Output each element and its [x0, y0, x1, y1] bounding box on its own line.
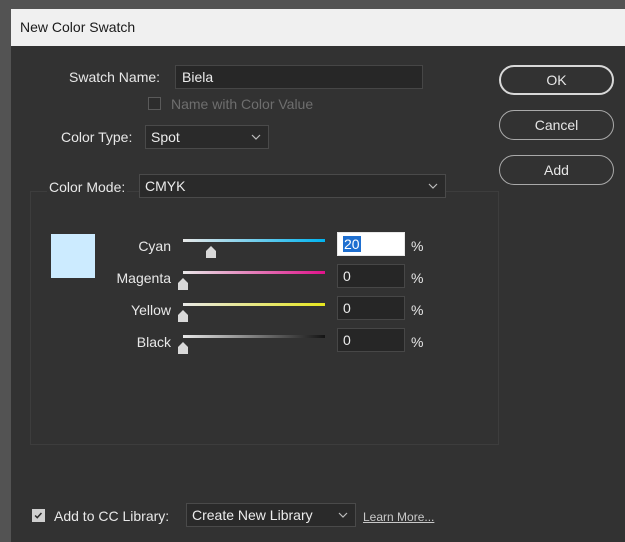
value-text-black: 0 [343, 332, 351, 348]
add-button[interactable]: Add [499, 155, 614, 185]
library-value: Create New Library [192, 507, 313, 523]
slider-thumb-yellow[interactable] [178, 310, 188, 322]
channel-label-black: Black [136, 334, 171, 350]
value-input-cyan[interactable]: 20 [337, 232, 405, 256]
percent-sign: % [411, 334, 424, 350]
percent-sign: % [411, 238, 424, 254]
percent-sign: % [411, 302, 424, 318]
color-mode-panel [30, 191, 499, 445]
swatch-name-input[interactable]: Biela [175, 65, 423, 89]
channel-label-yellow: Yellow [131, 302, 171, 318]
channel-label-magenta: Magenta [116, 270, 171, 286]
name-with-color-value-checkbox[interactable] [148, 97, 161, 110]
library-dropdown[interactable]: Create New Library [186, 503, 356, 527]
value-input-yellow[interactable]: 0 [337, 296, 405, 320]
value-text-magenta: 0 [343, 268, 351, 284]
chevron-down-icon [428, 183, 438, 189]
swatch-name-label: Swatch Name: [69, 69, 161, 85]
add-to-library-label: Add to CC Library: [54, 508, 170, 524]
color-swatch-preview [51, 234, 95, 278]
slider-track-yellow[interactable] [183, 303, 325, 306]
value-input-black[interactable]: 0 [337, 328, 405, 352]
color-type-dropdown[interactable]: Spot [145, 125, 269, 149]
channel-label-cyan: Cyan [138, 238, 171, 254]
percent-sign: % [411, 270, 424, 286]
add-to-library-checkbox[interactable] [32, 509, 45, 522]
title-bar: New Color Swatch [11, 9, 625, 46]
new-color-swatch-dialog: New Color Swatch Swatch Name: Biela Name… [11, 9, 625, 542]
color-mode-dropdown[interactable]: CMYK [139, 174, 446, 198]
ok-button[interactable]: OK [499, 65, 614, 95]
dialog-title: New Color Swatch [20, 19, 136, 35]
value-text-yellow: 0 [343, 300, 351, 316]
slider-track-cyan[interactable] [183, 239, 325, 242]
chevron-down-icon [338, 512, 348, 518]
value-input-magenta[interactable]: 0 [337, 264, 405, 288]
color-type-value: Spot [151, 129, 180, 145]
value-text-cyan: 20 [343, 236, 361, 252]
color-type-label: Color Type: [61, 129, 133, 145]
slider-track-black[interactable] [183, 335, 325, 338]
slider-track-magenta[interactable] [183, 271, 325, 274]
slider-thumb-black[interactable] [178, 342, 188, 354]
color-mode-label: Color Mode: [47, 179, 128, 195]
chevron-down-icon [251, 134, 261, 140]
checkmark-icon [34, 512, 43, 519]
slider-thumb-magenta[interactable] [178, 278, 188, 290]
color-mode-value: CMYK [145, 178, 186, 194]
slider-thumb-cyan[interactable] [206, 246, 217, 258]
learn-more-link[interactable]: Learn More... [363, 510, 434, 524]
cancel-button[interactable]: Cancel [499, 110, 614, 140]
name-with-color-value-label: Name with Color Value [171, 96, 314, 112]
